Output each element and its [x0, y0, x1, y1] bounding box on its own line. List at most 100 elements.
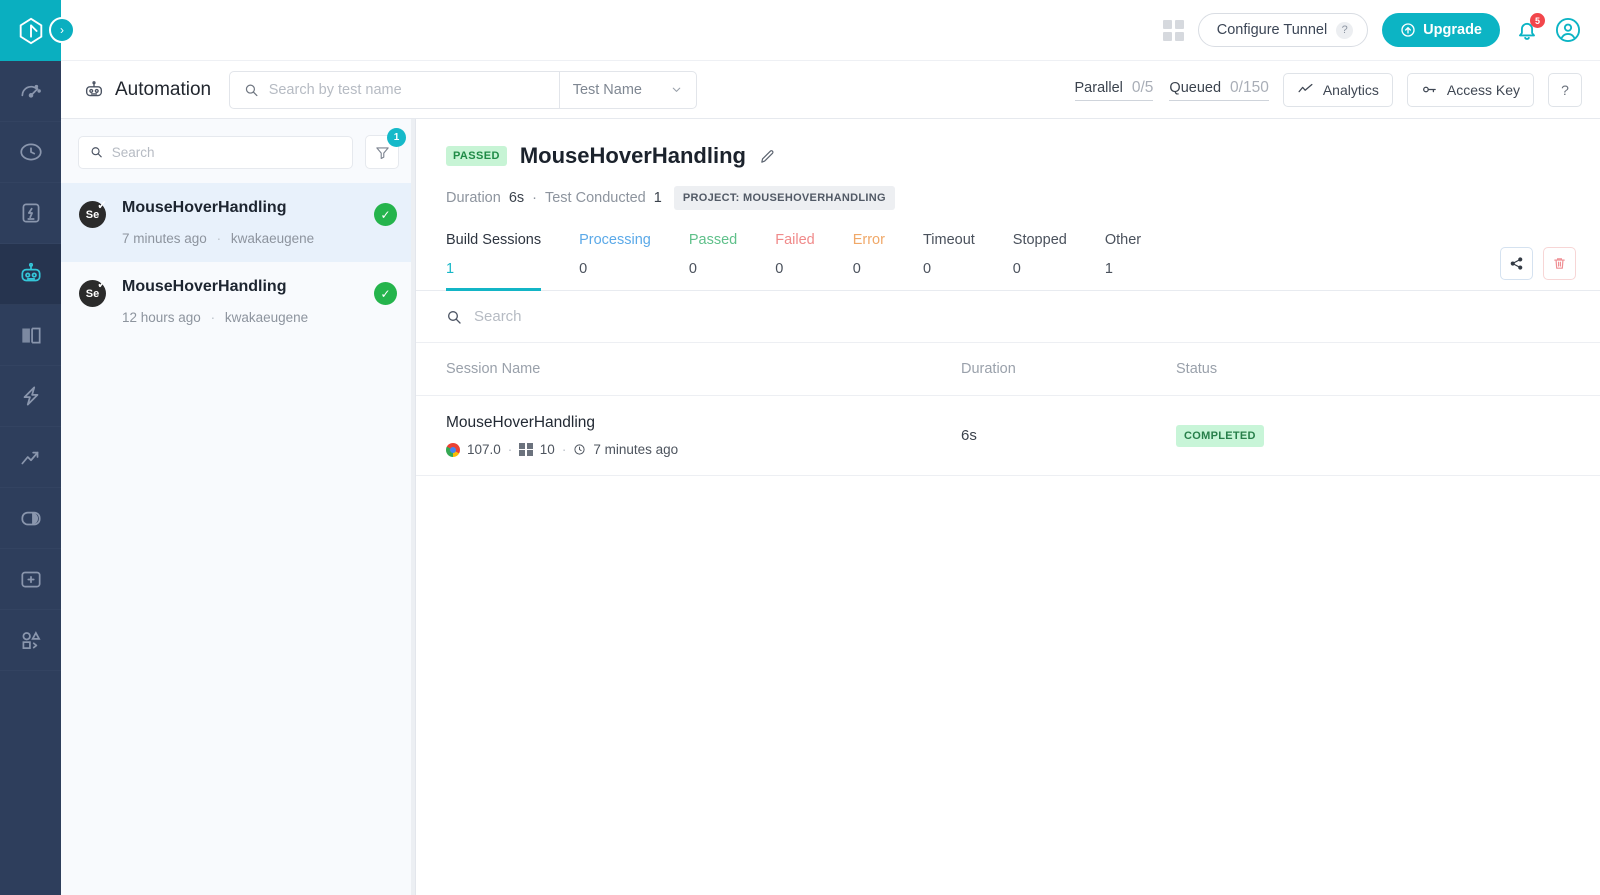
test-list-item[interactable]: Se ✓ MouseHoverHandling 12 hours ago · k… — [61, 262, 415, 341]
tab-count: 0 — [775, 261, 784, 277]
rail-item-real-time[interactable] — [0, 122, 61, 183]
col-duration: Duration — [961, 343, 1176, 396]
list-search-input[interactable] — [111, 144, 341, 160]
rail-item-smart-ui[interactable] — [0, 305, 61, 366]
bolt-icon — [23, 386, 38, 406]
rail-item-automation[interactable] — [0, 244, 61, 305]
page-title: Automation — [61, 79, 229, 101]
rail-item-add-integration[interactable] — [0, 549, 61, 610]
list-scrollbar[interactable] — [411, 119, 415, 895]
list-search-box[interactable] — [78, 135, 353, 169]
test-item-user: kwakaeugene — [230, 231, 315, 246]
rail-item-dashboard[interactable] — [0, 61, 61, 122]
parallel-label: Parallel — [1074, 79, 1123, 96]
col-status: Status — [1176, 343, 1600, 396]
cell-duration: 6s — [961, 395, 1176, 476]
arrow-up-circle-icon — [1401, 23, 1415, 37]
help-label: ? — [1561, 81, 1569, 98]
queued-label: Queued — [1169, 79, 1222, 96]
filter-count-badge: 1 — [387, 128, 406, 147]
page-toolbar: Automation Test Name Parallel 0/5 Qu — [61, 61, 1600, 119]
search-scope-select[interactable]: Test Name — [560, 82, 696, 98]
tab-timeout[interactable]: Timeout 0 — [923, 232, 975, 290]
rail-item-developer-tools[interactable] — [0, 610, 61, 671]
notification-badge: 5 — [1530, 13, 1545, 28]
search-input[interactable] — [268, 81, 545, 98]
page-title-label: Automation — [115, 78, 212, 100]
help-button[interactable]: ? — [1548, 72, 1582, 107]
tab-stopped[interactable]: Stopped 0 — [1013, 232, 1067, 290]
table-header-row: Session Name Duration Status — [416, 343, 1600, 396]
grid-apps-icon[interactable] — [1162, 19, 1184, 41]
robot-icon — [20, 262, 41, 282]
tab-count: 1 — [446, 261, 455, 277]
tab-label: Failed — [775, 232, 815, 248]
robot-icon — [85, 80, 103, 96]
tab-label: Processing — [579, 232, 651, 248]
delete-button[interactable] — [1543, 247, 1576, 280]
session-search-box[interactable] — [416, 291, 1600, 343]
clock-icon — [574, 444, 585, 455]
rail-item-test-at-scale[interactable] — [0, 366, 61, 427]
compare-pages-icon — [21, 327, 41, 344]
test-item-meta: 12 hours ago · kwakaeugene — [122, 310, 358, 325]
collapse-rail-button[interactable]: › — [49, 17, 75, 43]
contrast-icon — [20, 511, 41, 526]
rail-item-hyperexecute[interactable] — [0, 183, 61, 244]
tunnel-help-icon[interactable]: ? — [1336, 21, 1354, 39]
app-logo[interactable]: › — [0, 0, 75, 61]
rail-item-visual-regression[interactable] — [0, 488, 61, 549]
tab-error[interactable]: Error 0 — [853, 232, 885, 290]
analytics-button[interactable]: Analytics — [1282, 72, 1393, 107]
tab-label: Stopped — [1012, 232, 1067, 248]
access-key-button[interactable]: Access Key — [1406, 72, 1534, 107]
table-row[interactable]: MouseHoverHandling 107.0 · 10 · 7 minute… — [416, 395, 1600, 476]
share-button[interactable] — [1500, 247, 1533, 280]
tab-passed[interactable]: Passed 0 — [689, 232, 737, 290]
tab-other[interactable]: Other 1 — [1105, 232, 1141, 290]
parallel-stat: Parallel 0/5 — [1074, 79, 1153, 101]
rail-items — [0, 61, 61, 671]
lightning-box-icon — [22, 203, 39, 223]
tab-count: 0 — [852, 261, 861, 277]
pencil-icon[interactable] — [759, 148, 776, 165]
tab-processing[interactable]: Processing 0 — [579, 232, 651, 290]
share-icon — [1510, 257, 1523, 270]
account-avatar-button[interactable] — [1554, 16, 1582, 44]
analytics-label: Analytics — [1322, 81, 1379, 98]
test-list-item[interactable]: Se ✓ MouseHoverHandling 7 minutes ago · … — [61, 183, 415, 262]
browser-version: 107.0 — [467, 442, 501, 457]
test-conducted-label: Test Conducted — [544, 190, 646, 206]
speedometer-icon — [20, 84, 41, 98]
tab-label: Build Sessions — [446, 232, 542, 248]
tab-label: Timeout — [922, 232, 975, 248]
tab-build-sessions[interactable]: Build Sessions 1 — [446, 232, 542, 291]
test-item-meta: 7 minutes ago · kwakaeugene — [122, 231, 358, 246]
meta-separator: · — [561, 442, 567, 457]
shapes-code-icon — [22, 631, 41, 649]
tab-label: Error — [852, 232, 885, 248]
tab-failed[interactable]: Failed 0 — [775, 232, 815, 290]
filter-button[interactable]: 1 — [365, 128, 406, 169]
main-column: Configure Tunnel ? Upgrade 5 Automation — [61, 0, 1600, 895]
meta-separator: · — [210, 310, 216, 325]
sessions-table: Session Name Duration Status MouseHoverH… — [416, 343, 1600, 476]
tab-count: 0 — [579, 261, 588, 277]
test-item-main: MouseHoverHandling 7 minutes ago · kwaka… — [122, 199, 358, 246]
notifications-button[interactable]: 5 — [1514, 13, 1545, 43]
upgrade-label: Upgrade — [1423, 22, 1482, 38]
session-search-input[interactable] — [474, 308, 794, 325]
status-tabs: Build Sessions 1 Processing 0 Passed 0 F… — [416, 232, 1600, 291]
chevron-down-icon — [672, 87, 681, 92]
check-circle-icon: ✓ — [374, 203, 397, 226]
rail-item-analytics[interactable] — [0, 427, 61, 488]
selenium-framework-icon: Se ✓ — [79, 277, 107, 307]
queued-stat: Queued 0/150 — [1169, 79, 1270, 101]
project-chip: PROJECT: MOUSEHOVERHANDLING — [673, 186, 895, 210]
test-search-box[interactable]: Test Name — [229, 70, 697, 109]
search-icon — [448, 310, 461, 324]
test-item-time: 7 minutes ago — [122, 231, 207, 246]
detail-title-row: PASSED MouseHoverHandling — [446, 143, 1576, 169]
configure-tunnel-button[interactable]: Configure Tunnel ? — [1197, 13, 1369, 47]
upgrade-button[interactable]: Upgrade — [1382, 13, 1500, 47]
